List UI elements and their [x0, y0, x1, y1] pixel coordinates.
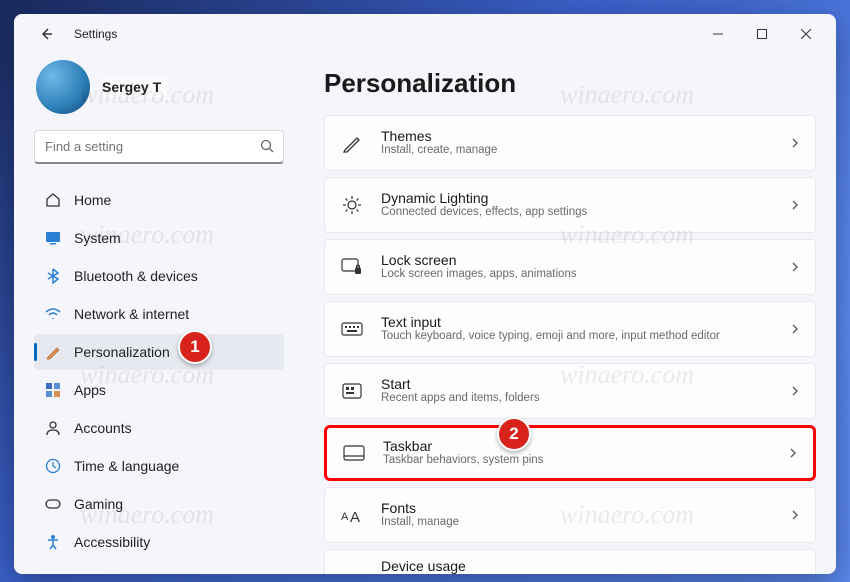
window-title: Settings: [74, 27, 117, 41]
avatar: [36, 60, 90, 114]
card-sub: Install, manage: [381, 516, 789, 530]
taskbar-icon: [341, 440, 367, 466]
nav-label: Bluetooth & devices: [74, 268, 198, 284]
nav-gaming[interactable]: Gaming: [34, 486, 284, 522]
accessibility-icon: [44, 533, 62, 551]
bluetooth-icon: [44, 267, 62, 285]
user-profile[interactable]: Sergey T: [36, 60, 284, 114]
apps-icon: [44, 381, 62, 399]
minimize-button[interactable]: [696, 18, 740, 50]
main-panel: Personalization ThemesInstall, create, m…: [296, 54, 836, 574]
back-button[interactable]: [32, 20, 60, 48]
close-icon: [801, 29, 811, 39]
nav-time[interactable]: Time & language: [34, 448, 284, 484]
titlebar: Settings: [14, 14, 836, 54]
nav-label: Accounts: [74, 420, 132, 436]
card-title: Start: [381, 376, 789, 392]
nav-apps[interactable]: Apps: [34, 372, 284, 408]
user-name: Sergey T: [100, 77, 167, 97]
nav-list: Home System Bluetooth & devices Network …: [34, 182, 284, 560]
nav-label: Accessibility: [74, 534, 150, 550]
card-title: Lock screen: [381, 252, 789, 268]
lock-screen-icon: [339, 254, 365, 280]
card-dynamic-lighting[interactable]: Dynamic LightingConnected devices, effec…: [324, 177, 816, 233]
svg-text:A: A: [341, 511, 349, 523]
sidebar: Sergey T Home System Bluetooth & devices…: [14, 54, 296, 574]
card-text-input[interactable]: Text inputTouch keyboard, voice typing, …: [324, 301, 816, 357]
nav-personalization[interactable]: Personalization: [34, 334, 284, 370]
close-button[interactable]: [784, 18, 828, 50]
chevron-right-icon: [789, 323, 801, 335]
nav-accounts[interactable]: Accounts: [34, 410, 284, 446]
nav-label: Home: [74, 192, 111, 208]
card-lock-screen[interactable]: Lock screenLock screen images, apps, ani…: [324, 239, 816, 295]
card-title: Device usage: [381, 558, 801, 574]
chevron-right-icon: [789, 385, 801, 397]
card-sub: Lock screen images, apps, animations: [381, 268, 789, 282]
card-themes[interactable]: ThemesInstall, create, manage: [324, 115, 816, 171]
svg-text:A: A: [350, 509, 360, 523]
card-sub: Connected devices, effects, app settings: [381, 206, 789, 220]
nav-label: Network & internet: [74, 306, 189, 322]
lighting-icon: [339, 192, 365, 218]
chevron-right-icon: [787, 447, 799, 459]
card-sub: Recent apps and items, folders: [381, 392, 789, 406]
window-controls: [696, 18, 828, 50]
settings-cards: ThemesInstall, create, manage Dynamic Li…: [324, 115, 816, 574]
keyboard-icon: [339, 316, 365, 342]
accounts-icon: [44, 419, 62, 437]
callout-1: 1: [178, 330, 212, 364]
nav-label: Time & language: [74, 458, 179, 474]
card-fonts[interactable]: AA FontsInstall, manage: [324, 487, 816, 543]
card-start[interactable]: StartRecent apps and items, folders: [324, 363, 816, 419]
arrow-left-icon: [38, 26, 54, 42]
card-sub: Touch keyboard, voice typing, emoji and …: [381, 330, 789, 344]
card-device-usage[interactable]: Device usage: [324, 549, 816, 574]
nav-label: Apps: [74, 382, 106, 398]
chevron-right-icon: [789, 199, 801, 211]
system-icon: [44, 229, 62, 247]
personalization-icon: [44, 343, 62, 361]
nav-bluetooth[interactable]: Bluetooth & devices: [34, 258, 284, 294]
card-title: Taskbar: [383, 438, 787, 454]
nav-network[interactable]: Network & internet: [34, 296, 284, 332]
nav-accessibility[interactable]: Accessibility: [34, 524, 284, 560]
minimize-icon: [713, 29, 723, 39]
time-icon: [44, 457, 62, 475]
card-title: Fonts: [381, 500, 789, 516]
maximize-button[interactable]: [740, 18, 784, 50]
nav-label: Personalization: [74, 344, 170, 360]
device-usage-icon: [339, 553, 365, 575]
chevron-right-icon: [789, 137, 801, 149]
card-title: Dynamic Lighting: [381, 190, 789, 206]
settings-window: Settings Sergey T Home System Bluetooth …: [14, 14, 836, 574]
chevron-right-icon: [789, 509, 801, 521]
start-icon: [339, 378, 365, 404]
nav-label: System: [74, 230, 121, 246]
search-icon: [260, 139, 275, 154]
fonts-icon: AA: [339, 502, 365, 528]
home-icon: [44, 191, 62, 209]
card-sub: Install, create, manage: [381, 144, 789, 158]
gaming-icon: [44, 495, 62, 513]
card-taskbar[interactable]: TaskbarTaskbar behaviors, system pins: [324, 425, 816, 481]
card-title: Text input: [381, 314, 789, 330]
search-input[interactable]: [45, 139, 260, 154]
network-icon: [44, 305, 62, 323]
nav-home[interactable]: Home: [34, 182, 284, 218]
maximize-icon: [757, 29, 767, 39]
nav-label: Gaming: [74, 496, 123, 512]
nav-system[interactable]: System: [34, 220, 284, 256]
themes-icon: [339, 130, 365, 156]
search-box[interactable]: [34, 130, 284, 164]
callout-2: 2: [497, 417, 531, 451]
card-title: Themes: [381, 128, 789, 144]
page-title: Personalization: [324, 68, 816, 99]
chevron-right-icon: [789, 261, 801, 273]
card-sub: Taskbar behaviors, system pins: [383, 454, 787, 468]
